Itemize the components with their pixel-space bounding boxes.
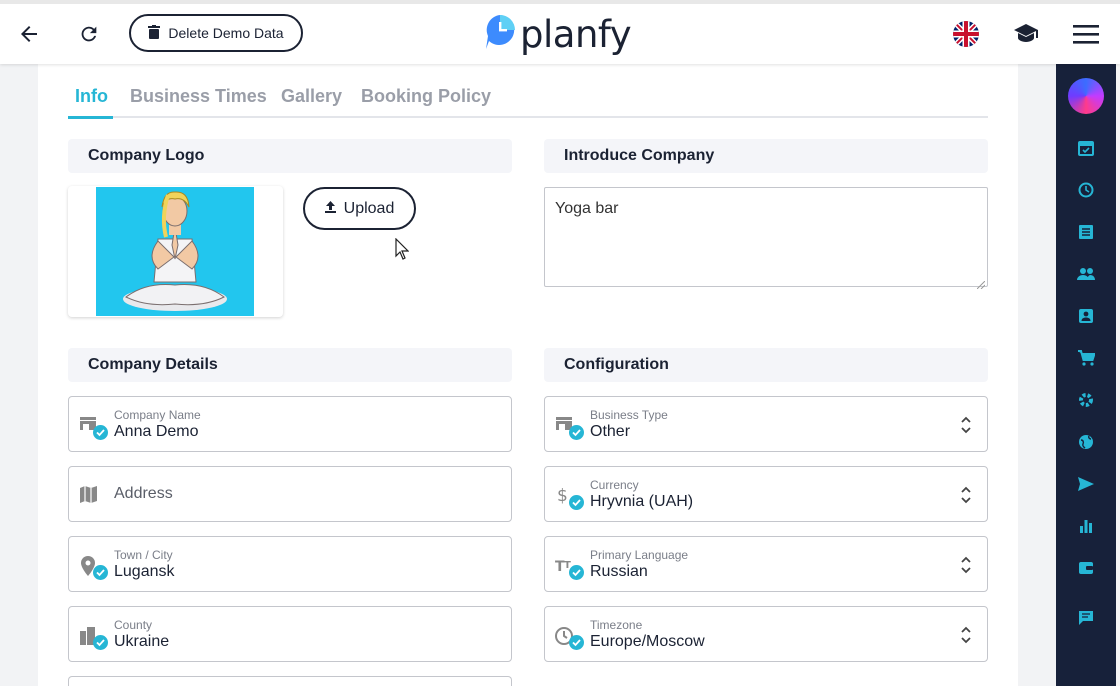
uk-flag-icon[interactable] — [952, 20, 980, 48]
county-value: Ukraine — [114, 633, 170, 650]
check-badge-icon — [93, 635, 108, 650]
city-icon — [79, 625, 109, 651]
clock-icon[interactable] — [1076, 180, 1096, 200]
section-introduce-company: Introduce Company — [544, 139, 988, 173]
dollar-icon: $ — [555, 485, 585, 511]
hamburger-menu-icon[interactable] — [1072, 20, 1100, 48]
gear-icon[interactable] — [1076, 390, 1096, 410]
graduation-cap-icon[interactable] — [1012, 20, 1040, 48]
updown-chevron-icon — [957, 555, 975, 575]
check-badge-icon — [569, 495, 584, 510]
yoga-woman-image — [96, 187, 254, 316]
town-city-field[interactable]: Town / City Lugansk — [68, 536, 512, 592]
company-logo-preview — [68, 186, 283, 317]
active-tab-indicator — [68, 116, 113, 119]
currency-value: Hryvnia (UAH) — [590, 493, 694, 510]
upload-icon — [324, 200, 336, 218]
updown-chevron-icon — [957, 485, 975, 505]
store-icon — [555, 415, 585, 441]
top-bar: Delete Demo Data planfy — [0, 0, 1120, 64]
text-size-icon: TT — [555, 555, 585, 581]
tab-gallery[interactable]: Gallery — [281, 86, 342, 107]
back-arrow-icon[interactable] — [15, 20, 43, 48]
wallet-icon[interactable] — [1076, 558, 1096, 578]
map-icon — [79, 485, 109, 511]
address-placeholder: Address — [114, 485, 173, 502]
updown-chevron-icon — [957, 415, 975, 435]
introduce-company-textarea[interactable]: Yoga bar — [544, 187, 988, 290]
town-city-label: Town / City — [114, 548, 173, 562]
delete-demo-data-button[interactable]: Delete Demo Data — [129, 14, 303, 52]
updown-chevron-icon — [957, 625, 975, 645]
county-label: County — [114, 618, 153, 632]
mouse-cursor-icon — [395, 237, 410, 265]
primary-language-select[interactable]: TT Primary Language Russian — [544, 536, 988, 592]
check-badge-icon — [93, 565, 108, 580]
calendar-check-icon[interactable] — [1076, 138, 1096, 158]
timezone-label: Timezone — [590, 618, 643, 632]
section-configuration: Configuration — [544, 348, 988, 382]
contact-card-icon[interactable] — [1076, 306, 1096, 326]
planfy-logo-icon — [484, 14, 516, 55]
currency-select[interactable]: $ Currency Hryvnia (UAH) — [544, 466, 988, 522]
list-icon[interactable] — [1076, 222, 1096, 242]
check-badge-icon — [569, 425, 584, 440]
primary-language-label: Primary Language — [590, 548, 689, 562]
business-type-label: Business Type — [590, 408, 668, 422]
send-icon[interactable] — [1076, 474, 1096, 494]
company-settings-card: Info Business Times Gallery Booking Poli… — [38, 64, 1018, 686]
currency-label: Currency — [590, 478, 639, 492]
next-field-partial[interactable] — [68, 676, 512, 686]
clock-icon — [555, 625, 585, 651]
upload-label: Upload — [343, 199, 395, 217]
svg-text:$: $ — [557, 486, 568, 506]
upload-button[interactable]: Upload — [303, 187, 416, 230]
tab-bar: Info Business Times Gallery Booking Poli… — [68, 80, 988, 119]
delete-demo-data-label: Delete Demo Data — [168, 25, 284, 41]
check-badge-icon — [93, 425, 108, 440]
globe-icon[interactable] — [1076, 432, 1096, 452]
business-type-value: Other — [590, 423, 631, 440]
tab-info[interactable]: Info — [75, 86, 108, 107]
introduce-company-text: Yoga bar — [555, 200, 619, 217]
primary-language-value: Russian — [590, 563, 648, 580]
town-city-value: Lugansk — [114, 563, 175, 580]
cart-icon[interactable] — [1076, 348, 1096, 368]
planfy-logo-text: planfy — [520, 12, 632, 56]
bar-chart-icon[interactable] — [1076, 516, 1096, 536]
scrollbar-track[interactable] — [1116, 64, 1120, 686]
timezone-value: Europe/Moscow — [590, 633, 705, 650]
resize-handle-icon[interactable] — [976, 276, 986, 290]
right-sidebar — [1056, 64, 1116, 686]
trash-icon — [148, 24, 161, 42]
tab-business-times[interactable]: Business Times — [130, 86, 267, 107]
store-icon — [79, 415, 109, 441]
timezone-select[interactable]: Timezone Europe/Moscow — [544, 606, 988, 662]
company-name-field[interactable]: Company Name Anna Demo — [68, 396, 512, 452]
company-name-label: Company Name — [114, 408, 201, 422]
company-name-value: Anna Demo — [114, 423, 199, 440]
business-type-select[interactable]: Business Type Other — [544, 396, 988, 452]
address-field[interactable]: Address — [68, 466, 512, 522]
section-company-logo: Company Logo — [68, 139, 512, 173]
check-badge-icon — [569, 635, 584, 650]
planfy-logo: planfy — [484, 12, 632, 56]
avatar[interactable] — [1068, 78, 1104, 114]
section-company-details: Company Details — [68, 348, 512, 382]
refresh-icon[interactable] — [75, 20, 103, 48]
county-field[interactable]: County Ukraine — [68, 606, 512, 662]
chat-icon[interactable] — [1076, 608, 1096, 628]
tab-booking-policy[interactable]: Booking Policy — [361, 86, 491, 107]
people-icon[interactable] — [1076, 264, 1096, 284]
check-badge-icon — [569, 565, 584, 580]
location-pin-icon — [79, 555, 109, 581]
